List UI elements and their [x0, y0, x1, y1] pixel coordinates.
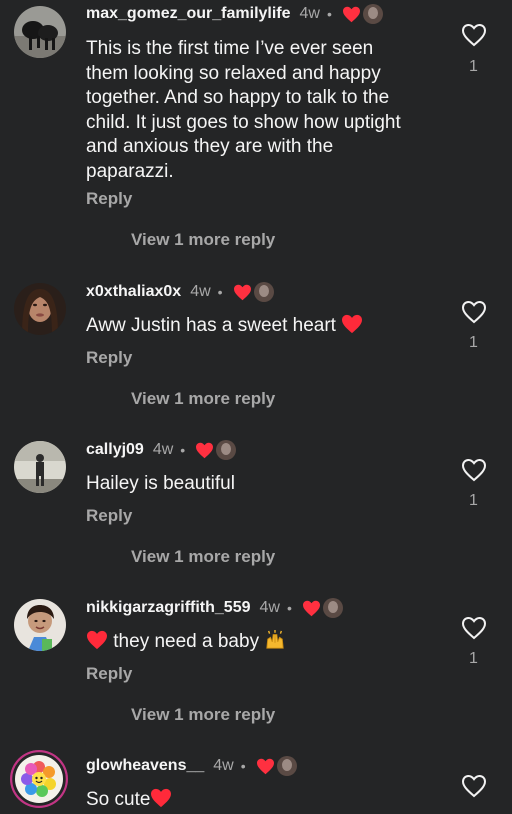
view-more-replies-button[interactable]: View 1 more reply: [131, 705, 275, 725]
comment-meta: callyj09 4w •: [86, 438, 237, 462]
like-count: 1: [469, 492, 478, 509]
creator-avatar-icon: [253, 282, 274, 302]
separator-dot: •: [180, 442, 186, 458]
heart-emoji-icon: [151, 788, 172, 808]
username[interactable]: nikkigarzagriffith_559: [86, 599, 251, 617]
heart-emoji-icon: [87, 630, 107, 650]
view-more-replies-button[interactable]: View 1 more reply: [131, 230, 275, 250]
comment-text-content: they need a baby: [113, 631, 260, 652]
creator-heart-icon: [233, 284, 251, 300]
like-count: 1: [469, 334, 478, 351]
timestamp: 4w: [190, 283, 211, 300]
separator-dot: •: [217, 284, 223, 300]
view-more-replies-button[interactable]: View 1 more reply: [131, 389, 275, 409]
username[interactable]: max_gomez_our_familylife: [86, 5, 291, 23]
creator-heart-icon: [342, 6, 360, 22]
timestamp: 4w: [299, 5, 320, 22]
creator-avatar-icon: [362, 4, 383, 24]
comment-text: This is the first time I’ve ever seen th…: [86, 38, 401, 182]
like-heart-icon[interactable]: [461, 300, 487, 324]
comment-text: Hailey is beautiful: [86, 473, 235, 494]
timestamp: 4w: [152, 441, 174, 458]
creator-avatar-icon: [322, 598, 343, 618]
avatar[interactable]: [14, 441, 66, 493]
like-count: 1: [469, 650, 478, 667]
avatar[interactable]: [14, 283, 66, 335]
heart-emoji-icon: [342, 314, 363, 334]
username[interactable]: glowheavens__: [86, 757, 204, 775]
comment-text-content: Aww Justin has a sweet heart: [86, 315, 336, 336]
creator-heart-icon: [196, 442, 214, 458]
avatar[interactable]: [14, 6, 66, 58]
avatar[interactable]: [10, 750, 68, 808]
reply-button[interactable]: Reply: [86, 189, 132, 209]
comment-meta: max_gomez_our_familylife 4w •: [86, 2, 383, 26]
creator-avatar-icon: [216, 440, 237, 460]
like-heart-icon[interactable]: [461, 774, 487, 798]
username[interactable]: callyj09: [86, 441, 144, 459]
reply-button[interactable]: Reply: [86, 664, 132, 684]
comment-text: they need a baby: [86, 630, 416, 655]
comment-meta: nikkigarzagriffith_559 4w •: [86, 596, 343, 620]
timestamp: 4w: [213, 757, 234, 774]
reply-button[interactable]: Reply: [86, 506, 132, 526]
like-heart-icon[interactable]: [461, 23, 487, 47]
comment-text: So cute: [86, 788, 416, 813]
separator-dot: •: [286, 600, 292, 616]
comment-text: Aww Justin has a sweet heart: [86, 314, 416, 339]
creator-heart-icon: [256, 758, 274, 774]
like-heart-icon[interactable]: [461, 458, 487, 482]
creator-heart-icon: [302, 600, 320, 616]
view-more-replies-button[interactable]: View 1 more reply: [131, 547, 275, 567]
like-count: 1: [469, 58, 478, 75]
comment-text-content: So cute: [86, 789, 151, 810]
raising-hands-emoji-icon: [266, 630, 285, 649]
comment-meta: glowheavens__ 4w •: [86, 754, 297, 778]
separator-dot: •: [240, 758, 246, 774]
avatar[interactable]: [14, 599, 66, 651]
username[interactable]: x0xthaliax0x: [86, 283, 181, 301]
like-heart-icon[interactable]: [461, 616, 487, 640]
separator-dot: •: [326, 6, 332, 22]
creator-avatar-icon: [276, 756, 297, 776]
comment-meta: x0xthaliax0x 4w •: [86, 280, 274, 304]
reply-button[interactable]: Reply: [86, 348, 132, 368]
timestamp: 4w: [259, 599, 280, 616]
